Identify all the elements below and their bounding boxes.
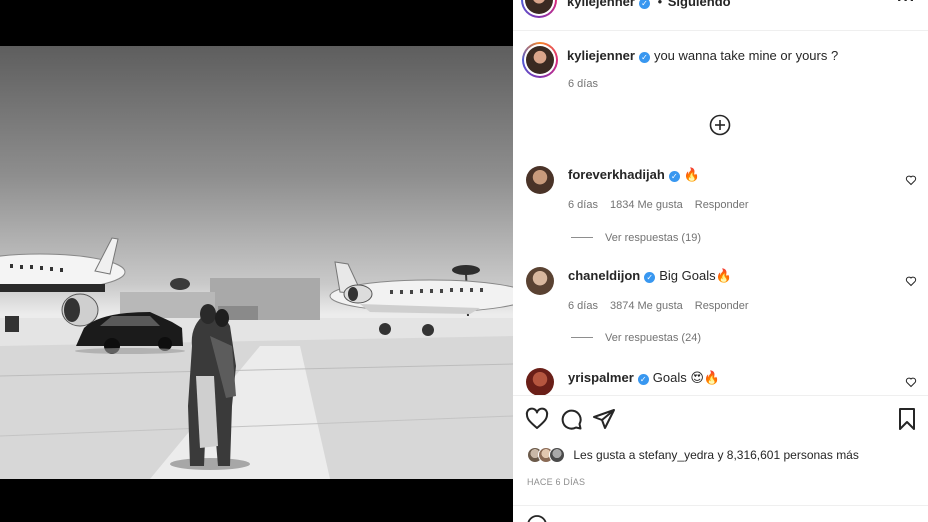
more-horizontal-icon[interactable]: ··· <box>897 0 916 10</box>
likes-text[interactable]: Les gusta a stefany_yedra y 8,316,601 pe… <box>573 448 859 462</box>
caption-avatar[interactable] <box>522 42 558 78</box>
comment-likes[interactable]: 1834 Me gusta <box>610 199 683 211</box>
comment-time: 6 días <box>568 199 598 211</box>
separator-dot: • <box>657 0 663 9</box>
heart-icon[interactable] <box>525 407 549 431</box>
verified-badge-icon: ✓ <box>668 171 680 182</box>
send-icon[interactable] <box>592 407 616 431</box>
comment-text: Big Goals🔥 <box>659 268 732 283</box>
view-replies-label[interactable]: Ver respuestas (19) <box>605 232 701 244</box>
header-author[interactable]: kyliejenner ✓ • Siguiendo <box>567 0 731 9</box>
author-avatar[interactable] <box>521 0 557 18</box>
comment-like-heart-icon[interactable] <box>905 376 917 388</box>
comment-time: 6 días <box>568 300 598 312</box>
comment-like-heart-icon[interactable] <box>905 174 917 186</box>
comment: foreverkhadijah ✓ 🔥 <box>568 167 700 183</box>
view-replies-label[interactable]: Ver respuestas (24) <box>605 332 701 344</box>
comment-like-heart-icon[interactable] <box>905 275 917 287</box>
post-photo[interactable] <box>0 46 513 479</box>
view-replies-button[interactable]: Ver respuestas (19) <box>571 232 701 244</box>
comment: yrispalmer ✓ Goals 😍🔥 <box>568 370 720 386</box>
verified-badge-icon: ✓ <box>638 0 650 9</box>
comment-avatar[interactable] <box>526 267 554 295</box>
caption-text: you wanna take mine or yours ? <box>653 48 839 63</box>
comment-meta: 6 días 1834 Me gusta Responder <box>568 199 761 211</box>
comment: chaneldijon ✓ Big Goals🔥 <box>568 268 732 284</box>
caption-time: 6 días <box>568 78 598 90</box>
comment-box-divider <box>513 505 928 506</box>
comment-avatar[interactable] <box>526 368 554 396</box>
header-divider <box>513 30 928 31</box>
post-time: HACE 6 DÍAS <box>527 477 586 487</box>
likes-summary[interactable]: Les gusta a stefany_yedra y 8,316,601 pe… <box>527 447 859 467</box>
comment-username[interactable]: foreverkhadijah <box>568 167 665 182</box>
comment-avatar[interactable] <box>526 166 554 194</box>
follow-status-button[interactable]: Siguiendo <box>668 0 731 9</box>
comment-text: 🔥 <box>683 167 701 182</box>
plus-circle-icon[interactable] <box>709 114 731 136</box>
header-author-name[interactable]: kyliejenner <box>567 0 635 9</box>
liker-avatar <box>549 447 565 463</box>
verified-badge-icon: ✓ <box>637 374 649 385</box>
comment-username[interactable]: yrispalmer <box>568 370 634 385</box>
photo-scene <box>0 237 513 479</box>
post-side-pane: kyliejenner ✓ • Siguiendo ··· kyliejenner… <box>513 0 928 522</box>
verified-badge-icon: ✓ <box>638 52 650 63</box>
post-media-panel <box>0 0 513 522</box>
comment-text: Goals 😍🔥 <box>652 370 721 385</box>
view-replies-button[interactable]: Ver respuestas (24) <box>571 332 701 344</box>
comment-icon[interactable] <box>559 407 583 431</box>
caption: kyliejenner ✓ you wanna take mine or yours… <box>567 48 838 63</box>
comment-username[interactable]: chaneldijon <box>568 268 640 283</box>
comment-likes[interactable]: 3874 Me gusta <box>610 300 683 312</box>
replies-line <box>571 237 593 238</box>
reply-button[interactable]: Responder <box>695 300 749 312</box>
comment-meta: 6 días 3874 Me gusta Responder <box>568 300 761 312</box>
replies-line <box>571 337 593 338</box>
reply-button[interactable]: Responder <box>695 199 749 211</box>
caption-username[interactable]: kyliejenner <box>567 48 635 63</box>
bookmark-icon[interactable] <box>896 407 918 431</box>
verified-badge-icon: ✓ <box>644 272 656 283</box>
emoji-icon[interactable] <box>526 514 548 522</box>
